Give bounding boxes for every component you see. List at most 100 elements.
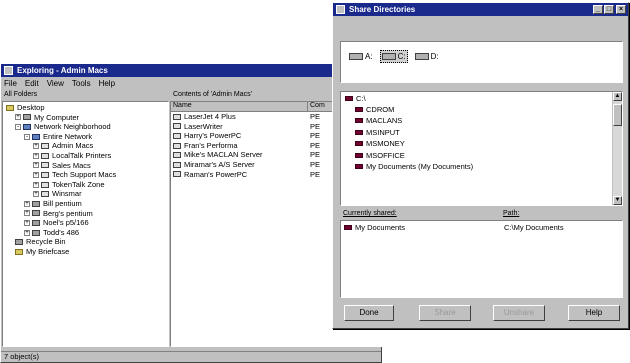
- scroll-down-icon[interactable]: ▼: [613, 196, 622, 205]
- tree-item[interactable]: My Briefcase: [3, 247, 168, 257]
- list-item-comment: PE: [310, 112, 321, 121]
- status-bar: 7 object(s): [1, 351, 381, 362]
- tree-item[interactable]: + Sales Macs: [3, 161, 168, 171]
- minimize-icon[interactable]: _: [593, 5, 603, 14]
- drive-icon: [349, 53, 363, 60]
- expand-icon[interactable]: +: [24, 219, 30, 226]
- mac-group-icon: [41, 191, 49, 198]
- drive-icon: [381, 53, 396, 60]
- list-item-name: LaserWriter: [184, 121, 223, 131]
- directory-root[interactable]: C:\: [341, 94, 622, 104]
- folder-icon: [355, 118, 363, 124]
- computer-icon: [32, 219, 40, 226]
- help-button[interactable]: Help: [568, 305, 620, 321]
- unshare-button[interactable]: Unshare: [493, 305, 545, 321]
- explorer-window: Exploring - Admin Macs File Edit View To…: [0, 63, 382, 363]
- drive-selector: A: C: D:: [340, 41, 623, 83]
- mac-icon: [173, 171, 181, 178]
- collapse-icon[interactable]: -: [24, 133, 30, 140]
- list-item-name: Fran's Performa: [184, 140, 238, 150]
- tree-item[interactable]: + TokenTalk Zone: [3, 180, 168, 190]
- folder-icon: [355, 152, 363, 158]
- tree-item-label: Tech Support Macs: [52, 170, 117, 180]
- menu-edit[interactable]: Edit: [25, 79, 39, 88]
- expand-icon[interactable]: +: [24, 210, 30, 217]
- tree-item-label: Sales Macs: [52, 160, 91, 170]
- tree-item[interactable]: + My Computer: [3, 113, 168, 123]
- tree-item-label: Winsmar: [52, 189, 82, 199]
- drive-item[interactable]: D:: [414, 52, 439, 61]
- shared-item[interactable]: My Documents C:\My Documents: [341, 223, 622, 233]
- drive-item[interactable]: C:: [379, 50, 408, 63]
- drive-label: D:: [430, 52, 439, 61]
- tree-item[interactable]: + Admin Macs: [3, 141, 168, 151]
- tree-item[interactable]: - Entire Network: [3, 132, 168, 142]
- expand-icon[interactable]: +: [33, 181, 39, 188]
- menu-view[interactable]: View: [47, 79, 64, 88]
- directory-label: MSMONEY: [366, 139, 405, 149]
- close-icon[interactable]: ×: [616, 5, 626, 14]
- tree-item[interactable]: + Winsmar: [3, 189, 168, 199]
- computer-icon: [23, 114, 31, 121]
- tree-item[interactable]: Desktop: [3, 103, 168, 113]
- maximize-icon[interactable]: □: [604, 5, 614, 14]
- folder-tree[interactable]: Desktop + My Computer - Network Neighborhood…: [2, 101, 169, 347]
- tree-item[interactable]: + Bill pentium: [3, 199, 168, 209]
- tree-item[interactable]: + Tech Support Macs: [3, 170, 168, 180]
- done-button[interactable]: Done: [344, 305, 394, 321]
- expand-icon[interactable]: +: [33, 191, 39, 198]
- scroll-thumb[interactable]: [613, 104, 622, 126]
- share-button[interactable]: Share: [419, 305, 471, 321]
- directory-item[interactable]: MSOFFICE: [341, 150, 622, 162]
- expand-icon[interactable]: +: [24, 200, 30, 207]
- list-item-comment: PE: [310, 131, 321, 141]
- column-name[interactable]: Name: [171, 102, 308, 111]
- scroll-up-icon[interactable]: ▲: [613, 92, 622, 101]
- list-item-comment: PE: [310, 150, 321, 160]
- menu-file[interactable]: File: [4, 79, 17, 88]
- menu-help[interactable]: Help: [99, 79, 115, 88]
- list-item-comment: PE: [310, 159, 321, 169]
- list-item-comment: PE: [310, 169, 321, 179]
- expand-icon[interactable]: +: [15, 114, 21, 121]
- computer-icon: [32, 200, 40, 207]
- directory-scrollbar[interactable]: ▲ ▼: [612, 92, 622, 205]
- tree-item[interactable]: Recycle Bin: [3, 237, 168, 247]
- explorer-menubar: File Edit View Tools Help: [1, 77, 381, 89]
- directory-item[interactable]: MSMONEY: [341, 138, 622, 150]
- expand-icon[interactable]: +: [33, 143, 39, 150]
- mac-group-icon: [41, 143, 49, 150]
- tree-item[interactable]: + LocalTalk Printers: [3, 151, 168, 161]
- mac-group-icon: [41, 181, 49, 188]
- collapse-icon[interactable]: -: [15, 123, 21, 130]
- expand-icon[interactable]: +: [33, 162, 39, 169]
- tree-item[interactable]: + Berg's pentium: [3, 209, 168, 219]
- network-icon: [32, 133, 40, 140]
- expand-icon[interactable]: +: [33, 152, 39, 159]
- tree-item[interactable]: + Noel's p5/166: [3, 218, 168, 228]
- directory-item[interactable]: MSINPUT: [341, 127, 622, 139]
- expand-icon[interactable]: +: [24, 229, 30, 236]
- desktop-icon: [6, 104, 14, 111]
- share-titlebar[interactable]: Share Directories _ □ ×: [333, 3, 628, 16]
- directory-list[interactable]: C:\ CDROM MACLANS MSINPUT MSMONEY MSOFFICE My…: [340, 91, 623, 206]
- mac-icon: [173, 152, 181, 159]
- menu-tools[interactable]: Tools: [72, 79, 91, 88]
- explorer-titlebar[interactable]: Exploring - Admin Macs: [1, 64, 381, 77]
- directory-item[interactable]: My Documents (My Documents): [341, 161, 622, 173]
- shared-list[interactable]: My Documents C:\My Documents: [340, 220, 623, 298]
- list-item-comment: PE: [310, 140, 321, 150]
- tree-item[interactable]: + Todd's 486: [3, 228, 168, 238]
- drive-label: C:: [397, 52, 406, 61]
- tree-item-label: LocalTalk Printers: [52, 150, 112, 160]
- directory-item[interactable]: MACLANS: [341, 115, 622, 127]
- drive-item[interactable]: A:: [349, 52, 373, 61]
- tree-item[interactable]: - Network Neighborhood: [3, 122, 168, 132]
- expand-icon[interactable]: +: [33, 171, 39, 178]
- list-item-name: LaserJet 4 Plus: [184, 112, 236, 121]
- drive-icon: [414, 53, 429, 60]
- mac-icon: [173, 132, 181, 139]
- folder-icon: [355, 106, 363, 112]
- directory-item[interactable]: CDROM: [341, 104, 622, 116]
- tree-item-label: Noel's p5/166: [43, 218, 89, 228]
